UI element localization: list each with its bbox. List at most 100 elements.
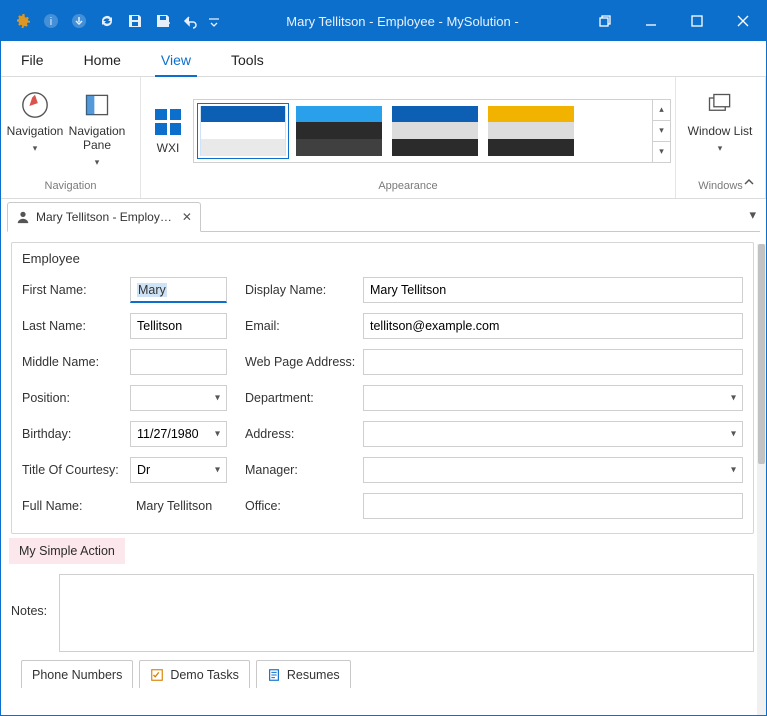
gallery-down-icon[interactable]: ▾ <box>653 121 670 142</box>
navigation-pane-label: Navigation Pane <box>69 125 126 153</box>
label-office: Office: <box>245 499 357 513</box>
middle-name-field[interactable] <box>130 349 227 375</box>
tab-resumes[interactable]: Resumes <box>256 660 351 688</box>
my-simple-action-button[interactable]: My Simple Action <box>9 538 125 564</box>
chevron-down-icon[interactable]: ▾ <box>215 393 220 404</box>
checklist-icon <box>150 668 164 682</box>
tab-phone-label: Phone Numbers <box>32 668 122 682</box>
chevron-down-icon[interactable]: ▾ <box>731 393 736 404</box>
tab-overflow-icon[interactable]: ▾ <box>749 207 756 223</box>
manager-field[interactable]: ▾ <box>363 457 743 483</box>
label-full-name: Full Name: <box>22 499 124 513</box>
label-first-name: First Name: <box>22 283 124 297</box>
gallery-spin: ▴ ▾ ▾ <box>652 100 670 162</box>
menu-view[interactable]: View <box>153 46 199 76</box>
navigation-button[interactable]: Navigation ▾ <box>5 85 65 157</box>
scrollbar-thumb[interactable] <box>758 244 765 464</box>
title-courtesy-field[interactable]: ▾ <box>130 457 227 483</box>
theme-gallery: ▴ ▾ ▾ <box>193 99 671 163</box>
refresh-icon[interactable] <box>93 1 121 41</box>
tab-demo-tasks[interactable]: Demo Tasks <box>139 660 250 688</box>
grid-icon <box>155 109 181 135</box>
document-tab-strip: Mary Tellitson - Employ… ✕ ▾ <box>1 199 766 231</box>
tab-demo-label: Demo Tasks <box>170 668 239 682</box>
label-last-name: Last Name: <box>22 319 124 333</box>
birthday-field[interactable]: ▾ <box>130 421 227 447</box>
quick-access-toolbar: i <box>1 1 223 41</box>
position-field[interactable]: ▾ <box>130 385 227 411</box>
ribbon-group-appearance: WXI ▴ ▾ ▾ Appearance <box>141 77 676 198</box>
label-position: Position: <box>22 391 124 405</box>
gallery-expand-icon[interactable]: ▾ <box>653 142 670 162</box>
first-name-value: Mary <box>137 283 167 297</box>
info-icon[interactable]: i <box>37 1 65 41</box>
chevron-down-icon[interactable]: ▾ <box>731 465 736 476</box>
gear-icon[interactable] <box>9 1 37 41</box>
download-icon[interactable] <box>65 1 93 41</box>
tab-phone-numbers[interactable]: Phone Numbers <box>21 660 133 688</box>
department-field[interactable]: ▾ <box>363 385 743 411</box>
maximize-button[interactable] <box>674 1 720 41</box>
qat-customize-icon[interactable] <box>205 1 223 41</box>
close-button[interactable] <box>720 1 766 41</box>
chevron-down-icon[interactable]: ▾ <box>215 465 220 476</box>
close-tab-icon[interactable]: ✕ <box>182 210 192 224</box>
vertical-scrollbar[interactable] <box>757 244 766 715</box>
navigation-label: Navigation <box>7 125 64 139</box>
chevron-down-icon: ▾ <box>95 157 100 167</box>
document-icon <box>267 668 281 682</box>
display-name-field[interactable] <box>363 277 743 303</box>
save-icon[interactable] <box>121 1 149 41</box>
notes-row: Notes: <box>11 574 754 652</box>
svg-text:i: i <box>50 16 52 28</box>
minimize-button[interactable] <box>628 1 674 41</box>
undo-icon[interactable] <box>177 1 205 41</box>
full-name-field: Mary Tellitson <box>130 493 227 519</box>
title-bar: i Mary Tellitson - Employee - MySolution… <box>1 1 766 41</box>
navigation-pane-button[interactable]: Navigation Pane ▾ <box>67 85 127 171</box>
label-manager: Manager: <box>245 463 357 477</box>
label-email: Email: <box>245 319 357 333</box>
document-tab-label: Mary Tellitson - Employ… <box>36 210 172 224</box>
ribbon: Navigation ▾ Navigation Pane ▾ Navigatio… <box>1 77 766 199</box>
menu-tools[interactable]: Tools <box>223 46 272 76</box>
theme-swatch-3[interactable] <box>392 106 478 156</box>
menu-home[interactable]: Home <box>76 46 129 76</box>
full-name-value: Mary Tellitson <box>136 499 212 513</box>
detail-tabs: Phone Numbers Demo Tasks Resumes <box>11 652 754 688</box>
menu-file[interactable]: File <box>13 46 52 76</box>
label-middle-name: Middle Name: <box>22 355 124 369</box>
theme-swatch-1[interactable] <box>200 106 286 156</box>
label-web: Web Page Address: <box>245 355 357 369</box>
theme-swatch-4[interactable] <box>488 106 574 156</box>
theme-swatch-2[interactable] <box>296 106 382 156</box>
chevron-down-icon[interactable]: ▾ <box>215 429 220 440</box>
employee-group: Employee First Name: Mary Last Name: Mid… <box>11 242 754 534</box>
compass-icon <box>19 89 51 121</box>
tab-resumes-label: Resumes <box>287 668 340 682</box>
document-tab[interactable]: Mary Tellitson - Employ… ✕ <box>7 202 201 232</box>
ribbon-group-navigation: Navigation ▾ Navigation Pane ▾ Navigatio… <box>1 77 141 198</box>
address-field[interactable]: ▾ <box>363 421 743 447</box>
office-field[interactable] <box>363 493 743 519</box>
notes-field[interactable] <box>59 574 754 652</box>
label-birthday: Birthday: <box>22 427 124 441</box>
gallery-up-icon[interactable]: ▴ <box>653 100 670 121</box>
label-notes: Notes: <box>11 574 51 618</box>
chevron-down-icon[interactable]: ▾ <box>731 429 736 440</box>
wxi-button[interactable]: WXI <box>145 102 191 160</box>
label-department: Department: <box>245 391 357 405</box>
window-list-button[interactable]: Window List ▾ <box>680 85 760 157</box>
person-icon <box>16 210 30 224</box>
group-caption-navigation: Navigation <box>1 176 140 198</box>
restore-down-alt-icon[interactable] <box>582 1 628 41</box>
collapse-ribbon-icon[interactable] <box>742 175 756 192</box>
chevron-down-icon: ▾ <box>718 143 723 153</box>
save-new-icon[interactable] <box>149 1 177 41</box>
pane-icon <box>81 89 113 121</box>
label-address: Address: <box>245 427 357 441</box>
web-field[interactable] <box>363 349 743 375</box>
first-name-field[interactable]: Mary <box>130 277 227 303</box>
last-name-field[interactable] <box>130 313 227 339</box>
email-field[interactable] <box>363 313 743 339</box>
